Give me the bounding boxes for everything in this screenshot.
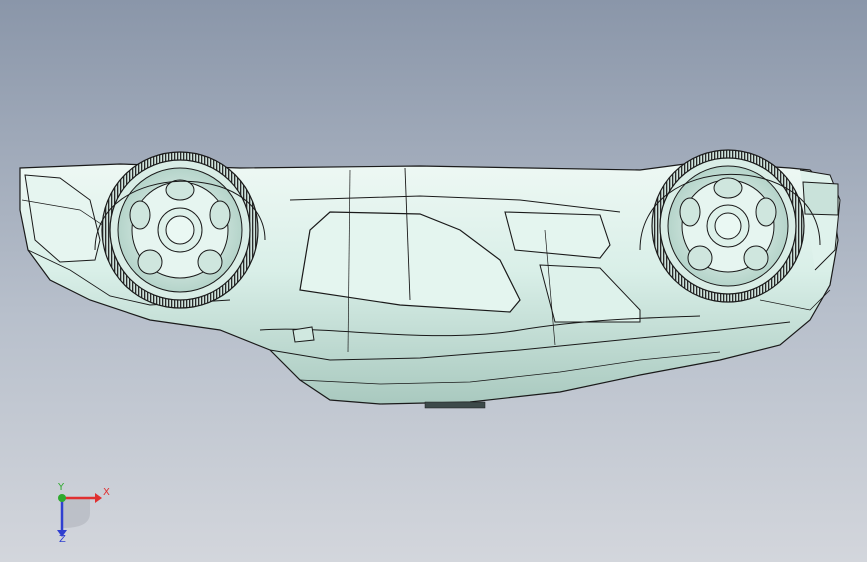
- rear-light: [802, 181, 839, 216]
- x-axis-label: X: [103, 487, 110, 498]
- y-axis-icon: [58, 494, 66, 502]
- z-axis-label: Z: [59, 534, 66, 545]
- y-axis-label: Y: [58, 482, 65, 493]
- 3d-viewport[interactable]: X Y Z: [0, 0, 867, 562]
- front-wheel[interactable]: [101, 151, 259, 309]
- rear-wheel[interactable]: [651, 149, 805, 303]
- mirror: [292, 326, 315, 343]
- coordinate-triad: X Y Z: [40, 478, 120, 548]
- car-model[interactable]: [0, 0, 867, 562]
- triad-shadow: [62, 498, 90, 528]
- underside-block: [424, 401, 486, 409]
